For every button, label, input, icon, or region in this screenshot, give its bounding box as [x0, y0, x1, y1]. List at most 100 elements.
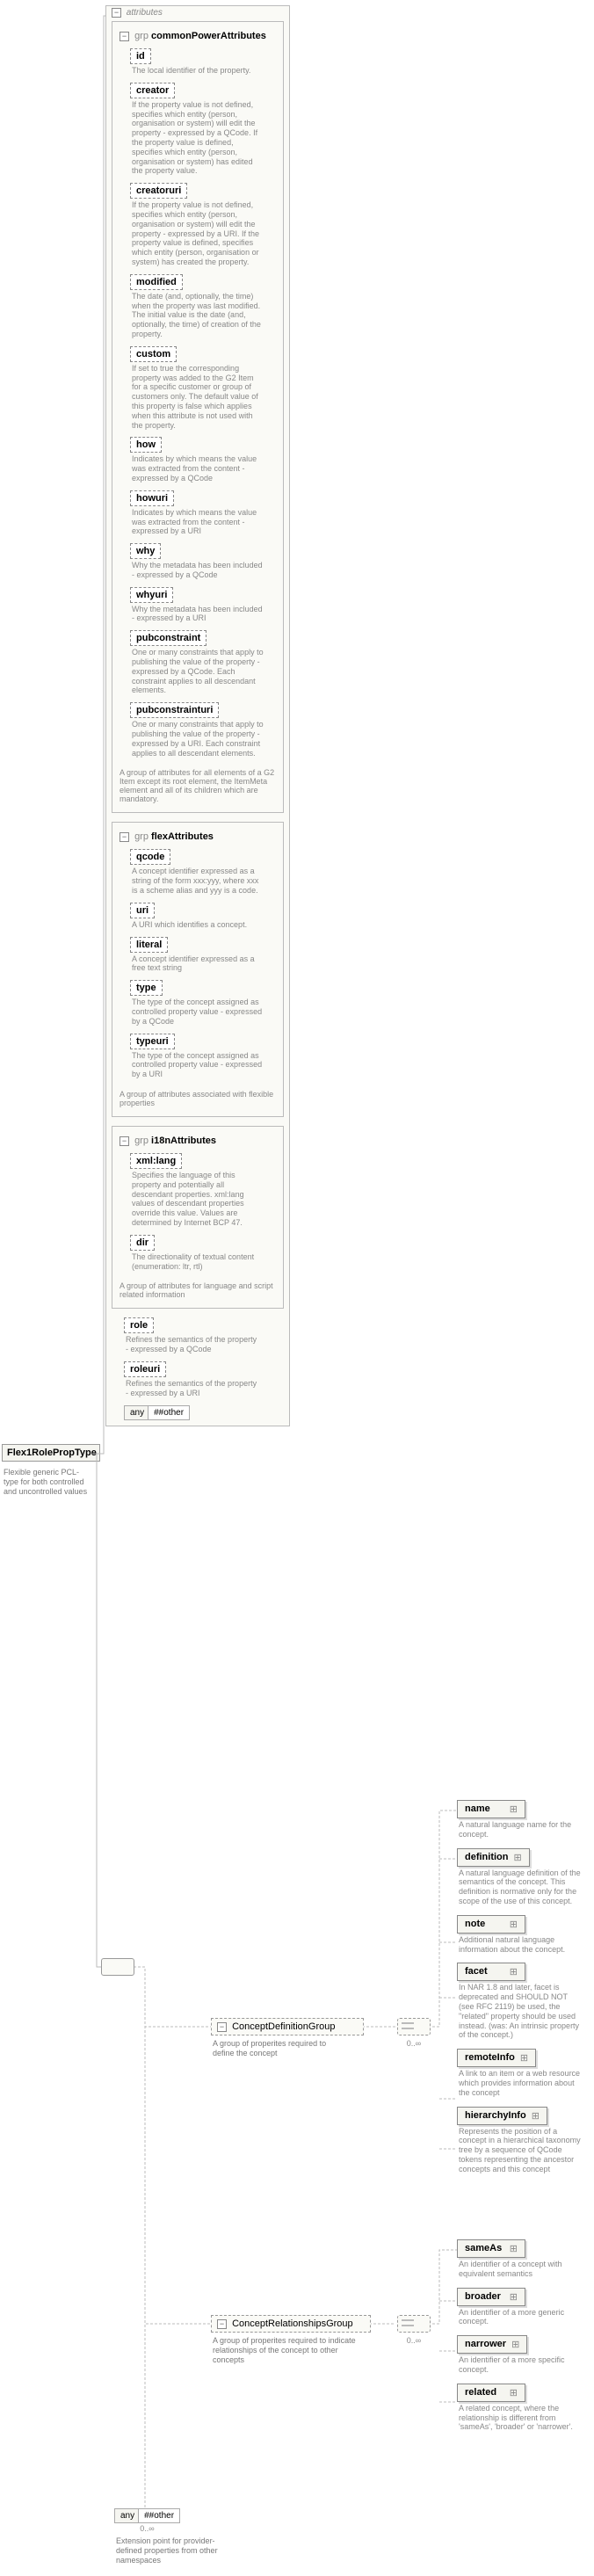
- attribute-desc: The local identifier of the property.: [132, 66, 264, 76]
- attribute-desc: Specifies the language of this property …: [132, 1171, 264, 1228]
- collapse-icon[interactable]: −: [217, 2022, 227, 2032]
- attribute-item: customIf set to true the corresponding p…: [130, 346, 278, 431]
- group-title: flexAttributes: [151, 831, 214, 842]
- attribute-item: whyWhy the metadata has been included - …: [130, 543, 278, 580]
- group-desc: A group of attributes for language and s…: [118, 1278, 278, 1303]
- element-name[interactable]: related: [457, 2384, 525, 2402]
- any-attr-ns: ##other: [148, 1405, 190, 1420]
- element-item: sameAs An identifier of a concept with eq…: [457, 2239, 582, 2279]
- attribute-desc: Indicates by which means the value was e…: [132, 454, 264, 483]
- cdg-items-column: nameA natural language name for the conc…: [457, 1800, 582, 2183]
- attribute-item: id The local identifier of the property.: [130, 48, 278, 76]
- element-name[interactable]: facet: [457, 1963, 525, 1981]
- attribute-desc: If set to true the corresponding propert…: [132, 364, 264, 431]
- collapse-icon[interactable]: −: [112, 8, 121, 18]
- element-desc: An identifier of a more generic concept.: [459, 2308, 582, 2327]
- element-item: facet In NAR 1.8 and later, facet is depr…: [457, 1963, 582, 2040]
- root-type-title: Flex1RolePropType: [7, 1448, 95, 1458]
- collapse-icon[interactable]: −: [120, 32, 129, 41]
- any-elem-ns: ##other: [139, 2508, 180, 2523]
- attribute-desc: A concept identifier expressed as a stri…: [132, 867, 264, 895]
- group-desc: A group of attributes for all elements o…: [118, 765, 278, 807]
- group-title: ConceptRelationshipsGroup: [232, 2318, 353, 2329]
- any-attr-label: any: [124, 1405, 148, 1420]
- attribute-item: qcodeA concept identifier expressed as a…: [130, 849, 278, 895]
- grp-prefix: grp: [134, 831, 148, 842]
- attribute-name: how: [130, 437, 162, 453]
- attribute-desc: Refines the semantics of the property - …: [126, 1379, 257, 1398]
- element-desc: An identifier of a concept with equivale…: [459, 2260, 582, 2279]
- element-desc: In NAR 1.8 and later, facet is deprecate…: [459, 1983, 582, 2040]
- element-name[interactable]: definition: [457, 1848, 530, 1867]
- attribute-name: creatoruri: [130, 183, 187, 199]
- root-type-desc: Flexible generic PCL-type for both contr…: [4, 1466, 91, 1498]
- attribute-name: uri: [130, 903, 155, 918]
- connector-lines: [0, 0, 594, 2576]
- attribute-desc: The date (and, optionally, the time) whe…: [132, 292, 264, 339]
- attribute-name: why: [130, 543, 161, 559]
- cdg-choice-compositor: 0..∞: [397, 2018, 431, 2048]
- concept-relationships-group: − ConceptRelationshipsGroup: [211, 2315, 371, 2333]
- attribute-item: dirThe directionality of textual content…: [130, 1235, 278, 1272]
- element-desc: Represents the position of a concept in …: [459, 2127, 582, 2174]
- occurrence: 0..∞: [397, 2039, 431, 2048]
- attributes-container: − attributes − grp commonPowerAttributes…: [105, 5, 290, 1435]
- attribute-item: typeThe type of the concept assigned as …: [130, 980, 278, 1026]
- attribute-item: pubconstraintOne or many constraints tha…: [130, 630, 278, 695]
- element-name[interactable]: sameAs: [457, 2239, 525, 2258]
- attribute-desc: The directionality of textual content (e…: [132, 1252, 264, 1272]
- group-title: commonPowerAttributes: [151, 31, 266, 41]
- attribute-desc: Why the metadata has been included - exp…: [132, 605, 264, 624]
- attribute-name: modified: [130, 274, 183, 290]
- element-name[interactable]: remoteInfo: [457, 2049, 536, 2067]
- grp-prefix: grp: [134, 1136, 148, 1146]
- element-name[interactable]: note: [457, 1915, 525, 1934]
- group-title: i18nAttributes: [151, 1136, 216, 1146]
- attribute-item: whyuri Why the metadata has been included…: [130, 587, 278, 624]
- attributes-header: − attributes: [112, 8, 284, 21]
- attribute-name: xml:lang: [130, 1153, 182, 1169]
- element-item: narrowerAn identifier of a more specific…: [457, 2335, 582, 2375]
- attribute-name: typeuri: [130, 1034, 175, 1049]
- attribute-item: howIndicates by which means the value wa…: [130, 437, 278, 483]
- sequence-compositor: [101, 1958, 134, 1978]
- attribute-name: pubconstraint: [130, 630, 206, 646]
- cdg-desc: A group of properites required to define…: [213, 2037, 349, 2060]
- element-name[interactable]: broader: [457, 2288, 525, 2306]
- element-name[interactable]: hierarchyInfo: [457, 2107, 547, 2125]
- any-elem-desc: Extension point for provider-defined pro…: [116, 2535, 239, 2566]
- attribute-name: id: [130, 48, 151, 64]
- attribute-desc: A concept identifier expressed as a free…: [132, 954, 264, 974]
- element-name[interactable]: name: [457, 1800, 525, 1818]
- element-desc: An identifier of a more specific concept…: [459, 2355, 582, 2375]
- attribute-name: dir: [130, 1235, 155, 1251]
- element-desc: A link to an item or a web resource whic…: [459, 2069, 582, 2097]
- element-item: related A related concept, where the rela…: [457, 2384, 582, 2432]
- group-desc: A group of attributes associated with fl…: [118, 1086, 278, 1111]
- element-item: broader An identifier of a more generic c…: [457, 2288, 582, 2327]
- attribute-name: howuri: [130, 490, 174, 506]
- crg-desc: A group of properites required to indica…: [213, 2334, 358, 2366]
- attribute-item: xml:lang Specifies the language of this p…: [130, 1153, 278, 1228]
- collapse-icon[interactable]: −: [120, 832, 129, 842]
- element-desc: A related concept, where the relationshi…: [459, 2404, 582, 2432]
- attribute-name: role: [124, 1317, 154, 1333]
- collapse-icon[interactable]: −: [120, 1136, 129, 1146]
- attribute-desc: A URI which identifies a concept.: [132, 920, 264, 930]
- attribute-name: roleuri: [124, 1361, 166, 1377]
- attribute-item: typeuriThe type of the concept assigned …: [130, 1034, 278, 1079]
- element-item: noteAdditional natural language informat…: [457, 1915, 582, 1955]
- attribute-item: howuri Indicates by which means the value…: [130, 490, 278, 536]
- attribute-name: pubconstrainturi: [130, 702, 219, 718]
- element-name[interactable]: narrower: [457, 2335, 527, 2354]
- grp-prefix: grp: [134, 31, 148, 41]
- attribute-item: literalA concept identifier expressed as…: [130, 937, 278, 974]
- occurrence: 0..∞: [114, 2524, 180, 2533]
- element-item: nameA natural language name for the conc…: [457, 1800, 582, 1839]
- attribute-item: uri A URI which identifies a concept.: [130, 903, 278, 930]
- attribute-name: whyuri: [130, 587, 173, 603]
- group-i18nAttributes: − grp i18nAttributes xml:lang Specifies t…: [112, 1126, 284, 1309]
- attribute-desc: Indicates by which means the value was e…: [132, 508, 264, 536]
- collapse-icon[interactable]: −: [217, 2319, 227, 2329]
- attribute-item: creatoruriIf the property value is not d…: [130, 183, 278, 267]
